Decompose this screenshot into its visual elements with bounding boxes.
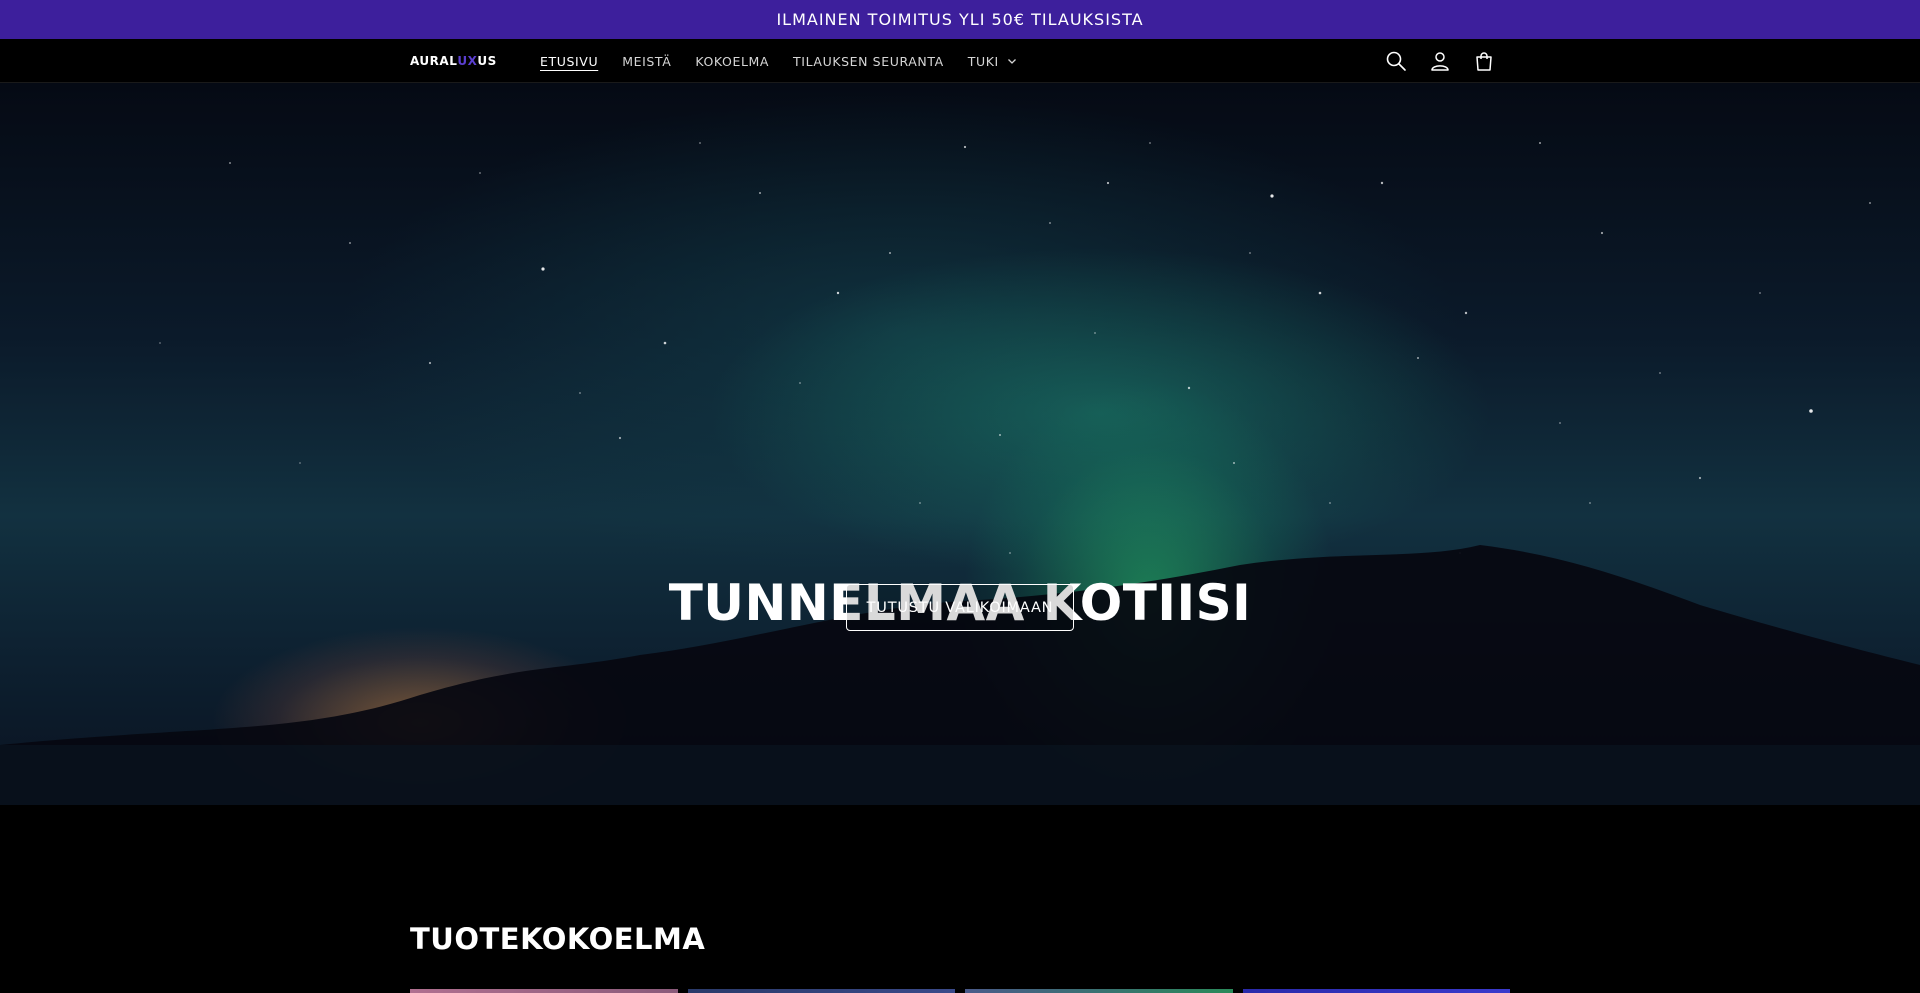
announcement-text: ILMAINEN TOIMITUS YLI 50€ TILAUKSISTA bbox=[776, 10, 1144, 29]
nav-item-meista[interactable]: MEISTÄ bbox=[622, 54, 671, 69]
nav-item-label: KOKOELMA bbox=[695, 53, 770, 69]
site-header: AURAL UX US ETUSIVU MEISTÄ KOKOELMA TILAUK… bbox=[0, 39, 1920, 83]
logo-part-2: UX bbox=[457, 54, 478, 68]
product-card[interactable] bbox=[410, 989, 678, 993]
nav-item-tuki[interactable]: TUKI bbox=[968, 54, 1017, 69]
product-card[interactable] bbox=[1242, 989, 1510, 993]
chevron-down-icon bbox=[1007, 59, 1016, 64]
main-nav: ETUSIVU MEISTÄ KOKOELMA TILAUKSEN SEURAN… bbox=[540, 39, 1041, 83]
collection-title: TUOTEKOKOELMA bbox=[410, 922, 706, 956]
nav-item-label: TILAUKSEN SEURANTA bbox=[793, 53, 944, 69]
product-cards-row bbox=[410, 989, 1510, 993]
logo-part-1: AURAL bbox=[410, 54, 458, 68]
logo-part-3: US bbox=[477, 54, 497, 68]
brand-logo[interactable]: AURAL UX US bbox=[410, 52, 497, 70]
explore-collection-button[interactable]: TUTUSTU VALIKOIMAAN bbox=[846, 584, 1074, 631]
header-icons bbox=[1384, 39, 1496, 83]
search-icon[interactable] bbox=[1384, 49, 1408, 73]
nav-item-label: MEISTÄ bbox=[622, 53, 672, 69]
nav-item-label: TUKI bbox=[967, 53, 999, 69]
nav-item-label: ETUSIVU bbox=[540, 53, 599, 69]
product-card[interactable] bbox=[965, 989, 1233, 993]
account-icon[interactable] bbox=[1428, 49, 1452, 73]
nav-item-etusivu[interactable]: ETUSIVU bbox=[540, 54, 598, 69]
product-card[interactable] bbox=[687, 989, 955, 993]
nav-item-tilauksen-seuranta[interactable]: TILAUKSEN SEURANTA bbox=[793, 54, 944, 69]
announcement-bar: ILMAINEN TOIMITUS YLI 50€ TILAUKSISTA bbox=[0, 0, 1920, 39]
nav-item-kokoelma[interactable]: KOKOELMA bbox=[695, 54, 769, 69]
hero-banner: TUNNELMAA KOTIISI bbox=[0, 83, 1920, 805]
cart-icon[interactable] bbox=[1472, 49, 1496, 73]
